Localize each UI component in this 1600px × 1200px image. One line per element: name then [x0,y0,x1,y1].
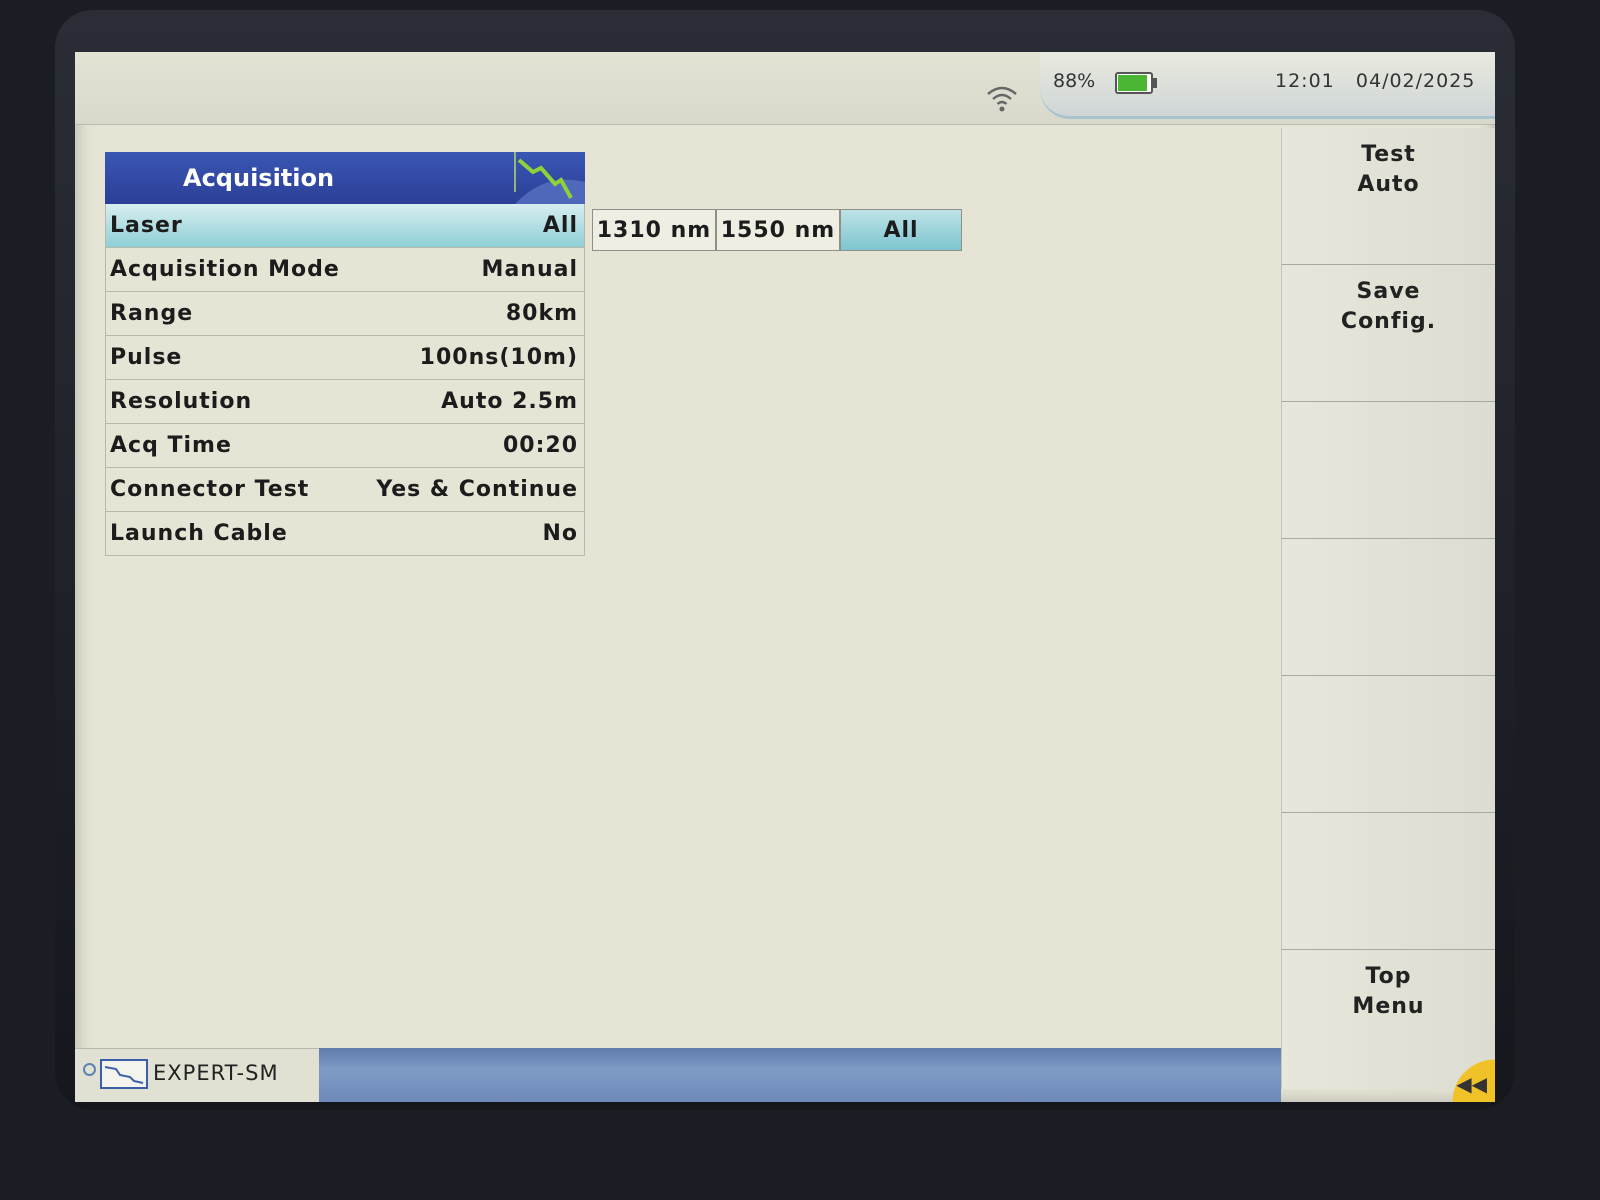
setting-label: Resolution [110,389,253,414]
laser-option-all[interactable]: All [840,209,962,251]
softkey-label: Auto [1357,172,1420,197]
status-bar: 88% 12:01 04/02/2025 [75,52,1495,125]
date: 04/02/2025 [1355,70,1476,92]
softkey-empty-3[interactable] [1281,402,1495,539]
panel-title-text: Acquisition [183,164,335,192]
setting-row-laser[interactable]: Laser All [106,204,584,248]
app-tab-expert-sm[interactable]: EXPERT-SM [75,1048,319,1102]
setting-label: Acquisition Mode [110,257,340,282]
setting-label: Pulse [110,345,183,370]
laser-option-1310[interactable]: 1310 nm [592,209,716,251]
setting-row-acq-time[interactable]: Acq Time 00:20 [106,424,584,468]
setting-row-pulse[interactable]: Pulse 100ns(10m) [106,336,584,380]
setting-value: 80km [505,301,578,326]
setting-label: Connector Test [110,477,310,502]
setting-value: Manual [481,257,578,282]
test-auto-button[interactable]: Test Auto [1281,128,1495,265]
setting-value: 00:20 [502,433,578,458]
wifi-icon [987,86,1017,112]
laser-options: 1310 nm 1550 nm All [592,209,962,251]
laser-option-1550[interactable]: 1550 nm [716,209,840,251]
battery-percentage: 88% [1053,70,1096,92]
softkey-empty-4[interactable] [1281,539,1495,676]
setting-row-acquisition-mode[interactable]: Acquisition Mode Manual [106,248,584,292]
setting-value: No [542,521,578,546]
softkey-label: Save [1356,279,1421,304]
softkey-empty-6[interactable] [1281,813,1495,950]
setting-value: Yes & Continue [376,477,578,502]
softkey-column: Test Auto Save Config. Top Menu [1281,128,1495,1102]
setting-value: 100ns(10m) [419,345,578,370]
setting-label: Acq Time [110,433,232,458]
setting-label: Range [110,301,194,326]
softkey-label: Config. [1340,309,1437,334]
rewind-icon: ◀◀ [1456,1072,1487,1096]
status-dot-icon [83,1063,96,1076]
acquisition-panel: Acquisition Laser All Acquisition Mode M… [105,152,585,556]
app-name: EXPERT-SM [153,1061,279,1085]
clock: 12:01 04/02/2025 [1275,70,1475,92]
softkey-empty-5[interactable] [1281,676,1495,813]
save-config-button[interactable]: Save Config. [1281,265,1495,402]
time: 12:01 [1275,70,1335,92]
setting-value: All [542,213,578,238]
device-screen: 88% 12:01 04/02/2025 Acquisition Laser A… [75,52,1495,1102]
otdr-trace-icon [514,152,585,204]
setting-row-resolution[interactable]: Resolution Auto 2.5m [106,380,584,424]
softkey-label: Top [1365,964,1412,989]
setting-row-connector-test[interactable]: Connector Test Yes & Continue [106,468,584,512]
setting-label: Launch Cable [110,521,288,546]
collapse-button[interactable]: ◀◀ [1439,1058,1495,1102]
softkey-label: Menu [1352,994,1425,1019]
bottom-bar: EXPERT-SM [75,1048,1281,1102]
otdr-app-icon [100,1059,148,1089]
battery-icon [1115,72,1157,94]
settings-list: Laser All Acquisition Mode Manual Range … [105,204,585,556]
softkey-label: Test [1361,142,1416,167]
setting-row-launch-cable[interactable]: Launch Cable No [106,512,584,556]
setting-row-range[interactable]: Range 80km [106,292,584,336]
panel-title: Acquisition [105,152,585,204]
setting-label: Laser [110,213,183,238]
setting-value: Auto 2.5m [441,389,578,414]
progress-bar-area [319,1048,1281,1102]
